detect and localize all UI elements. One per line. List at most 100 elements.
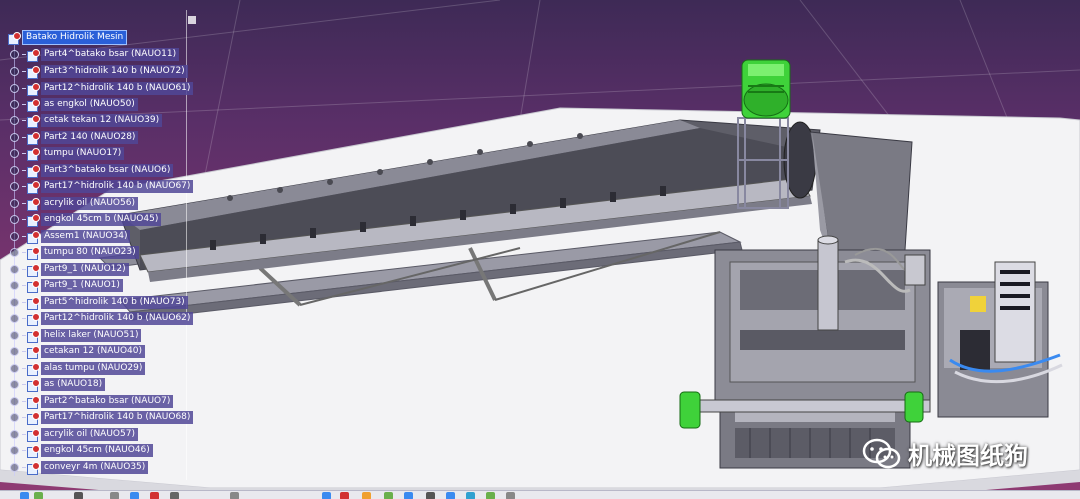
part-icon bbox=[27, 147, 40, 161]
toolbar-icon[interactable] bbox=[384, 492, 393, 499]
tree-item-label: engkol 45cm (NAUO46) bbox=[41, 444, 153, 457]
tree-item[interactable]: Part9_1 (NAUO12) bbox=[10, 262, 129, 277]
rotate-icon[interactable] bbox=[34, 492, 43, 499]
tree-item[interactable]: Part17^hidrolik 140 b (NAUO67) bbox=[10, 179, 194, 194]
expand-icon[interactable] bbox=[10, 149, 19, 158]
tree-item-label: Part9_1 (NAUO12) bbox=[41, 263, 129, 276]
expand-icon[interactable] bbox=[10, 347, 19, 356]
part-icon bbox=[27, 263, 40, 277]
tree-item[interactable]: Assem1 (NAUO34) bbox=[10, 229, 131, 244]
tree-item[interactable]: Part4^batako bsar (NAUO11) bbox=[10, 47, 180, 62]
toolbar-icon[interactable] bbox=[466, 492, 475, 499]
part-icon bbox=[27, 444, 40, 458]
expand-icon[interactable] bbox=[10, 413, 19, 422]
expand-icon[interactable] bbox=[10, 100, 19, 109]
tree-item[interactable]: Part17^hidrolik 140 b (NAUO68) bbox=[10, 410, 194, 425]
tree-item[interactable]: alas tumpu (NAUO29) bbox=[10, 361, 146, 376]
part-icon bbox=[27, 411, 40, 425]
expand-icon[interactable] bbox=[10, 133, 19, 142]
3d-viewport[interactable]: Batako Hidrolik Mesin Part4^batako bsar … bbox=[0, 0, 1080, 499]
expand-icon[interactable] bbox=[10, 182, 19, 191]
tree-item-label: Part12^hidrolik 140 b (NAUO62) bbox=[41, 312, 194, 325]
expand-icon[interactable] bbox=[10, 446, 19, 455]
tree-item[interactable]: acrylik oil (NAUO57) bbox=[10, 427, 138, 442]
tree-item-label: as engkol (NAUO50) bbox=[41, 98, 138, 111]
tree-item-label: as (NAUO18) bbox=[41, 378, 106, 391]
part-icon bbox=[27, 362, 40, 376]
expand-icon[interactable] bbox=[10, 380, 19, 389]
part-icon bbox=[27, 279, 40, 293]
toolbar-icon[interactable] bbox=[486, 492, 495, 499]
toolbar-icon[interactable] bbox=[426, 492, 435, 499]
expand-icon[interactable] bbox=[10, 248, 19, 257]
tree-item[interactable]: acrylik oil (NAUO56) bbox=[10, 196, 138, 211]
tree-item[interactable]: conveyr 4m (NAUO35) bbox=[10, 460, 149, 475]
expand-icon[interactable] bbox=[10, 67, 19, 76]
tree-item[interactable]: tumpu 80 (NAUO23) bbox=[10, 245, 139, 260]
part-icon bbox=[27, 65, 40, 79]
fit-icon[interactable] bbox=[130, 492, 139, 499]
tree-item-label: conveyr 4m (NAUO35) bbox=[41, 461, 149, 474]
tree-scroll-thumb[interactable] bbox=[188, 16, 196, 24]
tree-item[interactable]: Part3^hidrolik 140 b (NAUO72) bbox=[10, 64, 188, 79]
expand-icon[interactable] bbox=[10, 430, 19, 439]
zoom-icon[interactable] bbox=[110, 492, 119, 499]
part-icon bbox=[27, 82, 40, 96]
measure-icon[interactable] bbox=[230, 492, 239, 499]
tree-item[interactable]: Part2 140 (NAUO28) bbox=[10, 130, 139, 145]
expand-icon[interactable] bbox=[10, 331, 19, 340]
tree-item[interactable]: as engkol (NAUO50) bbox=[10, 97, 138, 112]
expand-icon[interactable] bbox=[10, 116, 19, 125]
tree-item-label: Part5^hidrolik 140 b (NAUO73) bbox=[41, 296, 188, 309]
tree-item-label: Part2^batako bsar (NAUO7) bbox=[41, 395, 174, 408]
toolbar-icon[interactable] bbox=[362, 492, 371, 499]
expand-icon[interactable] bbox=[10, 166, 19, 175]
tree-item[interactable]: cetak tekan 12 (NAUO39) bbox=[10, 113, 163, 128]
expand-icon[interactable] bbox=[10, 84, 19, 93]
tree-item[interactable]: Part2^batako bsar (NAUO7) bbox=[10, 394, 174, 409]
tree-item[interactable]: Part5^hidrolik 140 b (NAUO73) bbox=[10, 295, 188, 310]
expand-icon[interactable] bbox=[10, 298, 19, 307]
toolbar-icon[interactable] bbox=[340, 492, 349, 499]
pan-icon[interactable] bbox=[74, 492, 83, 499]
expand-icon[interactable] bbox=[10, 281, 19, 290]
expand-icon[interactable] bbox=[10, 265, 19, 274]
part-icon bbox=[27, 131, 40, 145]
tree-item[interactable]: Part12^hidrolik 140 b (NAUO61) bbox=[10, 81, 194, 96]
tree-item-label: tumpu (NAUO17) bbox=[41, 147, 125, 160]
toolbar-icon[interactable] bbox=[404, 492, 413, 499]
toolbar-icon[interactable] bbox=[506, 492, 515, 499]
part-icon bbox=[27, 213, 40, 227]
toolbar-icon[interactable] bbox=[322, 492, 331, 499]
tree-item[interactable]: engkol 45cm b (NAUO45) bbox=[10, 212, 162, 227]
part-icon bbox=[27, 180, 40, 194]
tree-item[interactable]: Part9_1 (NAUO1) bbox=[10, 278, 123, 293]
tree-item-label: Part17^hidrolik 140 b (NAUO67) bbox=[41, 180, 194, 193]
toolbar-icon[interactable] bbox=[446, 492, 455, 499]
part-icon bbox=[27, 48, 40, 62]
tree-root[interactable]: Batako Hidrolik Mesin bbox=[8, 30, 128, 45]
expand-icon[interactable] bbox=[10, 314, 19, 323]
expand-icon[interactable] bbox=[10, 215, 19, 224]
expand-icon[interactable] bbox=[10, 463, 19, 472]
expand-icon[interactable] bbox=[10, 199, 19, 208]
part-icon bbox=[27, 164, 40, 178]
expand-icon[interactable] bbox=[10, 232, 19, 241]
tree-item[interactable]: as (NAUO18) bbox=[10, 377, 106, 392]
cursor-icon[interactable] bbox=[20, 492, 29, 499]
watermark-text: 机械图纸狗 bbox=[908, 442, 1028, 470]
tree-item[interactable]: tumpu (NAUO17) bbox=[10, 146, 125, 161]
expand-icon[interactable] bbox=[10, 397, 19, 406]
expand-icon[interactable] bbox=[10, 364, 19, 373]
expand-icon[interactable] bbox=[10, 50, 19, 59]
tree-item[interactable]: Part3^batako bsar (NAUO6) bbox=[10, 163, 174, 178]
tree-item-label: tumpu 80 (NAUO23) bbox=[41, 246, 139, 259]
tree-item[interactable]: Part12^hidrolik 140 b (NAUO62) bbox=[10, 311, 194, 326]
tree-item[interactable]: cetakan 12 (NAUO40) bbox=[10, 344, 146, 359]
assembly-icon bbox=[27, 230, 40, 244]
tree-item-label: Part12^hidrolik 140 b (NAUO61) bbox=[41, 82, 194, 95]
view-icon[interactable] bbox=[150, 492, 159, 499]
tree-item[interactable]: helix laker (NAUO51) bbox=[10, 328, 142, 343]
render-icon[interactable] bbox=[170, 492, 179, 499]
tree-item[interactable]: engkol 45cm (NAUO46) bbox=[10, 443, 153, 458]
